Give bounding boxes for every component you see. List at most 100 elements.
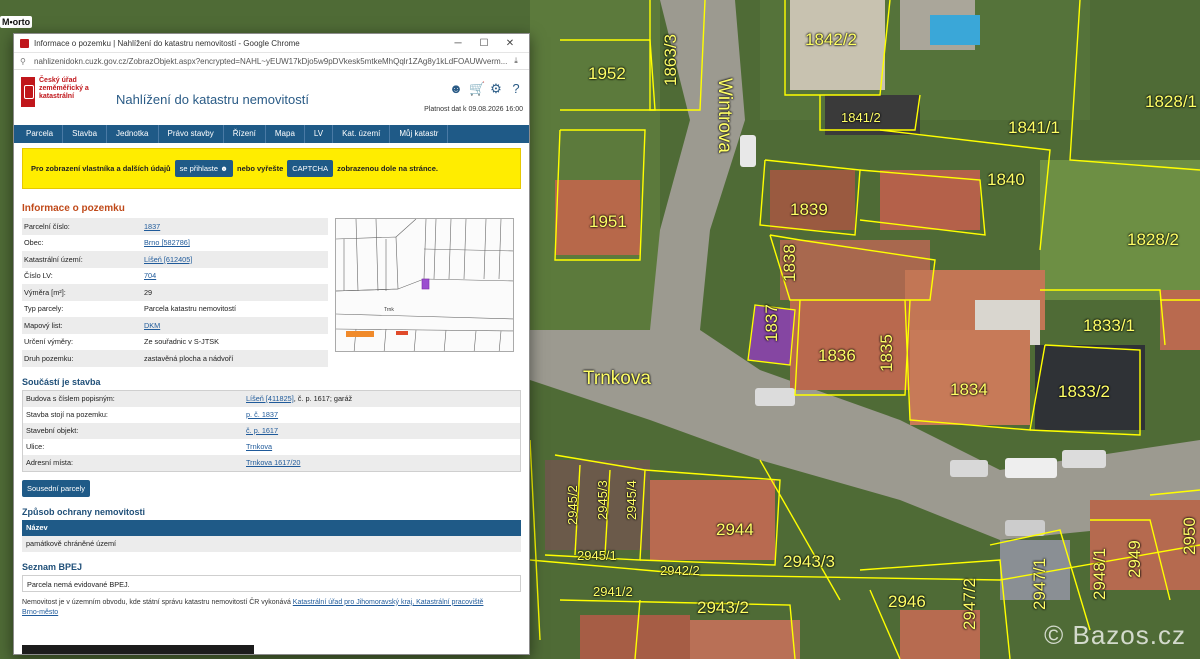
- help-icon[interactable]: ?: [509, 82, 523, 96]
- map-layer-badge[interactable]: M•orto: [0, 16, 33, 28]
- table-row: Ulice: Trnkova: [23, 439, 520, 455]
- row-label: Číslo LV:: [24, 271, 53, 281]
- parcel-label: 2945/3: [595, 480, 610, 520]
- row-label: Určení výměry:: [24, 337, 74, 347]
- obec-link[interactable]: Brno [582786]: [144, 238, 190, 247]
- row-value: 29: [142, 284, 328, 301]
- data-validity: Platnost dat k 09.08.2026 16:00: [424, 106, 523, 113]
- building-box: Budova s číslem popisným: Líšeň [411825],…: [22, 389, 521, 472]
- window-titlebar[interactable]: Informace o pozemku | Nahlížení do katas…: [14, 34, 529, 53]
- cuzk-logo[interactable]: Český úřad zeměměřický a katastrální: [21, 77, 89, 107]
- stands-on-parcel-link[interactable]: p. č. 1837: [246, 410, 278, 419]
- address-link[interactable]: Trnkova 1617/20: [246, 458, 301, 467]
- table-row: Stavba stojí na pozemku: p. č. 1837: [23, 407, 520, 423]
- site-title[interactable]: Nahlížení do katastru nemovitostí: [116, 92, 309, 107]
- parcel-label: 2942/2: [660, 563, 700, 578]
- parcel-label: 2945/1: [577, 548, 617, 563]
- nav-rizeni[interactable]: Řízení: [224, 125, 266, 143]
- row-value: zastavěná plocha a nádvoří: [142, 350, 328, 367]
- nav-mapa[interactable]: Mapa: [266, 125, 305, 143]
- row-label: Druh pozemku:: [22, 350, 142, 367]
- nav-stavba[interactable]: Stavba: [63, 125, 108, 143]
- building-heading: Součástí je stavba: [22, 376, 101, 387]
- cart-icon[interactable]: 🛒: [469, 82, 485, 96]
- parcel-label: 2947/2: [960, 578, 979, 630]
- table-row: Mapový list: DKM: [22, 317, 328, 334]
- nav-jednotka[interactable]: Jednotka: [107, 125, 159, 143]
- download-icon[interactable]: ⤓: [509, 56, 523, 66]
- nav-lv[interactable]: LV: [305, 125, 334, 143]
- notice-text-post: zobrazenou dole na stránce.: [337, 164, 438, 173]
- bpej-heading: Seznam BPEJ: [22, 561, 83, 572]
- parcel-label: 2943/3: [783, 552, 835, 571]
- nav-pravo-stavby[interactable]: Právo stavby: [159, 125, 224, 143]
- parcel-label: 2944: [716, 520, 754, 539]
- main-nav: Parcela Stavba Jednotka Právo stavby Říz…: [14, 125, 529, 143]
- row-label: Stavební objekt:: [23, 422, 243, 439]
- parcel-label: 2948/1: [1090, 548, 1109, 600]
- cuzk-logo-mark-icon: [21, 77, 35, 107]
- table-row: Číslo LV: 704: [22, 268, 328, 285]
- building-link[interactable]: Líšeň [411825]: [246, 394, 294, 403]
- parcel-label: 1837: [762, 304, 781, 342]
- row-value: Ze souřadnic v S-JTSK: [144, 337, 220, 347]
- row-label: Budova s číslem popisným:: [23, 390, 243, 407]
- maximize-icon[interactable]: ☐: [471, 38, 497, 49]
- lv-link[interactable]: 704: [144, 271, 156, 280]
- table-row: Typ parcely: Parcela katastru nemovitostí: [22, 301, 328, 318]
- parcel-map-thumbnail[interactable]: Trnk: [335, 218, 514, 352]
- footer-note: Nemovitost je v územním obvodu, kde stát…: [22, 598, 502, 618]
- nav-parcela[interactable]: Parcela: [17, 125, 64, 143]
- captcha-button[interactable]: CAPTCHA: [287, 160, 334, 177]
- close-icon[interactable]: ✕: [497, 38, 523, 49]
- cuzk-logo-text: Český úřad zeměměřický a katastrální: [39, 77, 89, 100]
- svg-text:Trnk: Trnk: [384, 307, 394, 313]
- parcel-label: 1952: [588, 64, 626, 83]
- table-row: Budova s číslem popisným: Líšeň [411825],…: [23, 390, 520, 407]
- site-info-icon[interactable]: ⚲: [20, 57, 30, 66]
- parcel-label: 1834: [950, 380, 988, 399]
- row-label: Adresní místa:: [23, 454, 243, 471]
- parcel-label: 1951: [589, 212, 627, 231]
- parcel-label: 1839: [790, 200, 828, 219]
- table-row: Adresní místa: Trnkova 1617/20: [23, 454, 520, 471]
- site-header: Český úřad zeměměřický a katastrální Nah…: [14, 70, 529, 125]
- user-icon[interactable]: ☻: [449, 82, 463, 96]
- nav-muj-katastr[interactable]: Můj katastr: [390, 125, 449, 143]
- site-favicon-icon: [20, 38, 29, 48]
- minimize-icon[interactable]: ─: [445, 38, 471, 49]
- nav-kat-uzemi[interactable]: Kat. území: [333, 125, 391, 143]
- street-link[interactable]: Trnkova: [246, 442, 272, 451]
- parcel-label: 2945/2: [565, 485, 580, 525]
- table-row: Katastrální území: Líšeň [612405]: [22, 251, 328, 268]
- parcel-label: 2941/2: [593, 584, 633, 599]
- building-table: Budova s číslem popisným: Líšeň [411825],…: [23, 390, 520, 471]
- parcel-label: 1842/2: [805, 30, 857, 49]
- row-label: Stavba stojí na pozemku:: [26, 410, 108, 419]
- neighbor-parcels-button[interactable]: Sousední parcely: [22, 479, 90, 497]
- url-text[interactable]: nahlizenidokn.cuzk.gov.cz/ZobrazObjekt.a…: [34, 57, 509, 66]
- row-value: Parcela katastru nemovitostí: [144, 304, 237, 314]
- notice-text-pre: Pro zobrazení vlastníka a dalších údajů: [31, 164, 171, 173]
- parcel-label: 1838: [780, 244, 799, 282]
- kat-uzemi-link[interactable]: Líšeň [612405]: [144, 255, 192, 264]
- map-sheet-link[interactable]: DKM: [144, 321, 160, 330]
- parcel-label: 1835: [877, 334, 896, 372]
- row-label: Mapový list:: [22, 317, 142, 334]
- parcel-label: 1828/1: [1145, 92, 1197, 111]
- bpej-value: Parcela nemá evidované BPEJ.: [22, 574, 521, 592]
- settings-gear-icon[interactable]: ⚙: [489, 82, 503, 96]
- street-label-wintrova: Wintrova: [714, 78, 735, 153]
- table-row: Určení výměry: Ze souřadnic v S-JTSK: [22, 334, 328, 351]
- login-button[interactable]: se přihlaste ☻: [174, 160, 233, 177]
- footer-text: Nemovitost je v územním obvodu, kde stát…: [22, 598, 291, 606]
- page-content[interactable]: Pro zobrazení vlastníka a dalších údajů …: [14, 144, 529, 654]
- parcel-number-link[interactable]: 1837: [144, 222, 160, 231]
- table-row: Parcelní číslo: 1837: [22, 218, 328, 235]
- row-label: Obec:: [24, 238, 44, 248]
- row-label: Výměra [m²]:: [22, 284, 142, 301]
- address-bar[interactable]: ⚲ nahlizenidokn.cuzk.gov.cz/ZobrazObjekt…: [14, 53, 529, 70]
- parcel-label: 2945/4: [624, 480, 639, 520]
- building-object-link[interactable]: č. p. 1617: [246, 426, 278, 435]
- table-row: Obec: Brno [582786]: [22, 235, 328, 252]
